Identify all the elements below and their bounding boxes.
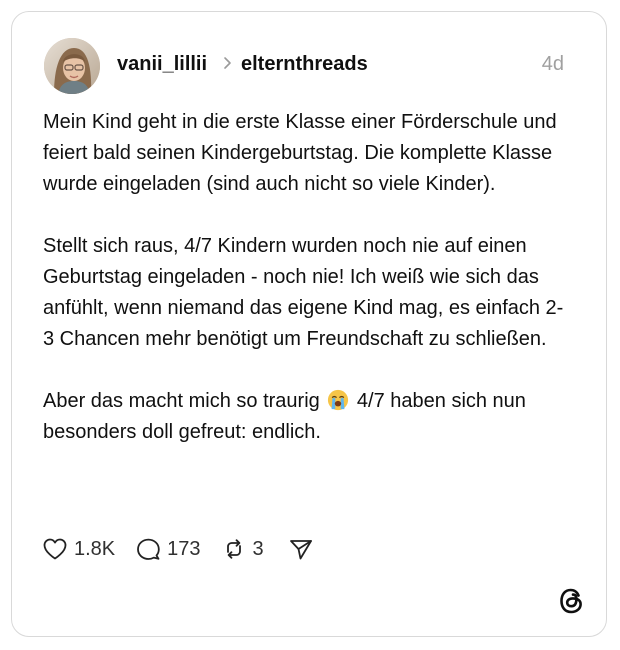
paper-plane-icon <box>289 540 312 560</box>
chevron-right-icon <box>224 57 231 69</box>
post-paragraph-3: Aber das macht mich so traurig 4/7 haben… <box>43 386 573 448</box>
avatar-image <box>44 38 100 94</box>
reply-button[interactable]: 173 <box>135 537 201 561</box>
threads-logo-icon <box>560 588 582 614</box>
post-header: vanii_lillii elternthreads 4d <box>44 38 564 94</box>
post-paragraph-1: Mein Kind geht in die erste Klasse einer… <box>43 111 557 195</box>
post-card: vanii_lillii elternthreads 4d Mein Kind … <box>11 11 607 637</box>
post-paragraph-2: Stellt sich raus, 4/7 Kindern wurden noc… <box>43 235 564 350</box>
share-button[interactable] <box>288 537 314 561</box>
reply-count: 173 <box>167 538 201 560</box>
loudly-crying-face-icon <box>328 389 349 411</box>
like-count: 1.8K <box>74 538 116 560</box>
speech-bubble-icon <box>137 538 160 560</box>
repost-icon <box>226 539 241 559</box>
author-name[interactable]: vanii_lillii <box>117 52 207 76</box>
avatar[interactable] <box>44 38 100 94</box>
repost-count: 3 <box>252 538 264 560</box>
post-actions: 1.8K 173 3 <box>42 534 334 564</box>
paragraph-3-text-before: Aber das macht mich so traurig <box>43 390 320 412</box>
community-name[interactable]: elternthreads <box>241 52 368 76</box>
post-timestamp[interactable]: 4d <box>542 52 564 76</box>
like-button[interactable]: 1.8K <box>42 537 115 561</box>
repost-button[interactable]: 3 <box>221 537 264 561</box>
heart-icon <box>43 538 67 560</box>
post-body: Mein Kind geht in die erste Klasse einer… <box>43 107 573 448</box>
